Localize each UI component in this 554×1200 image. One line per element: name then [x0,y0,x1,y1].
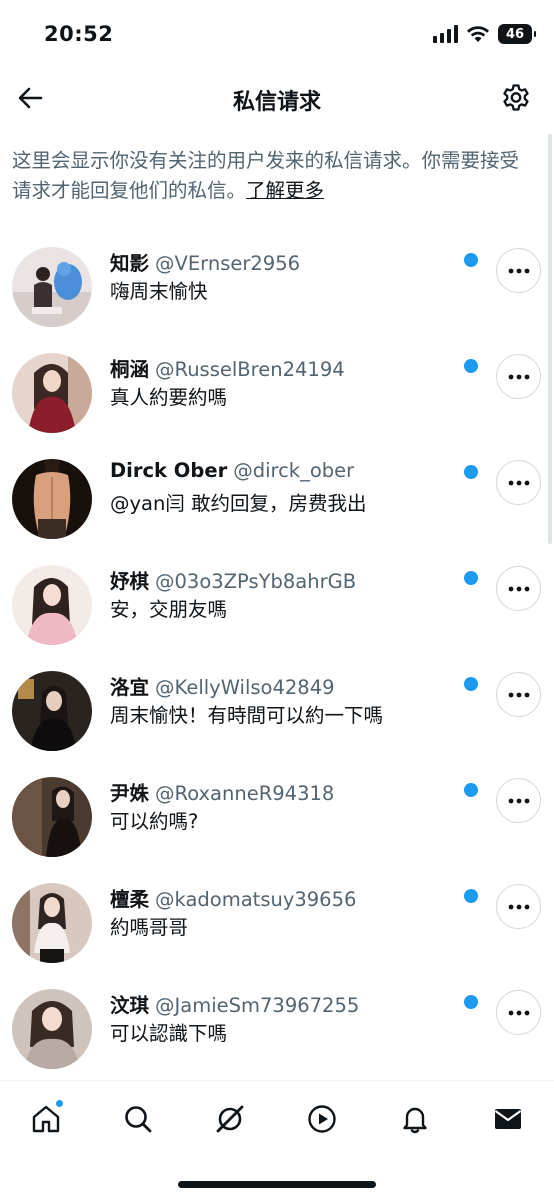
list-item[interactable]: Dirck Ober @dirck_ober @yan闫 敢约回复，房费我出 [0,445,554,551]
sender-line: 尹姝 @RoxanneR94318 [110,777,334,806]
more-icon [508,480,529,485]
play-icon [308,1105,336,1133]
list-item[interactable]: 汶琪 @JamieSm73967255 可以認識下嗎 [0,975,554,1081]
battery-icon: 46 [498,24,536,44]
unread-dot [464,677,478,691]
gear-icon [503,84,529,111]
status-icons: 46 [433,24,536,44]
more-icon [508,798,529,803]
nav-grok[interactable] [208,1097,252,1141]
sender-name: Dirck Ober [110,459,228,482]
sender-handle: @03o3ZPsYb8ahrGB [155,570,357,593]
sender-line: 檀柔 @kadomatsuy39656 [110,883,356,912]
avatar[interactable] [12,565,92,645]
sender-handle: @dirck_ober [233,459,355,482]
message-preview: 可以約嗎? [110,810,199,833]
unread-dot [464,359,478,373]
unread-dot [464,783,478,797]
message-preview: 安，交朋友嗎 [110,598,228,621]
page-title: 私信请求 [232,90,321,115]
nav-search[interactable] [116,1097,160,1141]
avatar[interactable] [12,247,92,327]
status-bar: 20:52 46 [0,0,554,70]
sender-line: 桐涵 @RusselBren24194 [110,353,345,382]
bell-icon [403,1107,427,1134]
sender-name: 知影 [110,252,150,275]
sender-handle: @RusselBren24194 [155,358,345,381]
more-options-button[interactable] [496,778,541,823]
more-options-button[interactable] [496,672,541,717]
avatar[interactable] [12,883,92,963]
avatar[interactable] [12,459,92,539]
sender-handle: @RoxanneR94318 [155,782,335,805]
avatar[interactable] [12,777,92,857]
more-options-button[interactable] [496,248,541,293]
more-icon [508,374,529,379]
unread-dot [464,571,478,585]
sender-name: 桐涵 [110,358,150,381]
more-icon [508,1010,529,1015]
sender-handle: @JamieSm73967255 [155,994,360,1017]
list-item[interactable]: 知影 @VErnser2956 嗨周末愉快 [0,233,554,339]
more-options-button[interactable] [496,354,541,399]
more-options-button[interactable] [496,460,541,505]
sender-line: Dirck Ober @dirck_ober [110,459,354,482]
message-preview: 約嗎哥哥 [110,916,189,939]
more-options-button[interactable] [496,566,541,611]
header: 私信请求 [0,70,554,130]
more-icon [508,586,529,591]
list-item[interactable]: 尹姝 @RoxanneR94318 可以約嗎? [0,763,554,869]
grok-icon [216,1105,244,1133]
list-item[interactable]: 桐涵 @RusselBren24194 真人約要約嗎 [0,339,554,445]
sender-handle: @KellyWilso42849 [155,676,335,699]
avatar[interactable] [12,353,92,433]
info-text: 这里会显示你没有关注的用户发来的私信请求。你需要接受请求才能回复他们的私信。了解… [12,146,537,206]
sender-name: 檀柔 [110,888,150,911]
unread-dot [464,465,478,479]
more-options-button[interactable] [496,884,541,929]
list-item[interactable]: 檀柔 @kadomatsuy39656 約嗎哥哥 [0,869,554,975]
more-icon [508,692,529,697]
nav-video[interactable] [300,1097,344,1141]
sender-handle: @kadomatsuy39656 [155,888,357,911]
message-preview: 周末愉快！有時間可以約一下嗎 [110,704,384,727]
home-notification-badge [55,1099,64,1108]
avatar[interactable] [12,989,92,1069]
mail-icon [494,1109,522,1129]
sender-line: 知影 @VErnser2956 [110,247,300,276]
message-preview: 真人約要約嗎 [110,386,228,409]
more-icon [508,268,529,273]
nav-notifications[interactable] [393,1097,437,1141]
nav-messages[interactable] [486,1097,530,1141]
message-request-list: 知影 @VErnser2956 嗨周末愉快 桐涵 @RusselBren24194 … [0,233,554,1081]
message-preview: @yan闫 敢约回复，房费我出 [110,492,367,515]
more-options-button[interactable] [496,990,541,1035]
sender-name: 妤棋 [110,570,150,593]
sender-name: 尹姝 [110,782,150,805]
settings-button[interactable] [498,80,534,116]
search-icon [125,1106,152,1133]
sender-handle: @VErnser2956 [155,252,301,275]
status-time: 20:52 [44,22,114,46]
sender-line: 妤棋 @03o3ZPsYb8ahrGB [110,565,356,594]
signal-icon [433,25,458,43]
wifi-icon [467,26,489,42]
unread-dot [464,889,478,903]
sender-line: 汶琪 @JamieSm73967255 [110,989,359,1018]
unread-dot [464,253,478,267]
avatar[interactable] [12,671,92,751]
sender-line: 洛宜 @KellyWilso42849 [110,671,335,700]
more-icon [508,904,529,909]
home-indicator [178,1181,376,1188]
list-item[interactable]: 洛宜 @KellyWilso42849 周末愉快！有時間可以約一下嗎 [0,657,554,763]
message-preview: 嗨周末愉快 [110,280,208,303]
list-item[interactable]: 妤棋 @03o3ZPsYb8ahrGB 安，交朋友嗎 [0,551,554,657]
unread-dot [464,995,478,1009]
nav-home[interactable] [24,1097,68,1141]
sender-name: 汶琪 [110,994,150,1017]
message-preview: 可以認識下嗎 [110,1022,228,1045]
sender-name: 洛宜 [110,676,150,699]
learn-more-link[interactable]: 了解更多 [246,179,324,202]
